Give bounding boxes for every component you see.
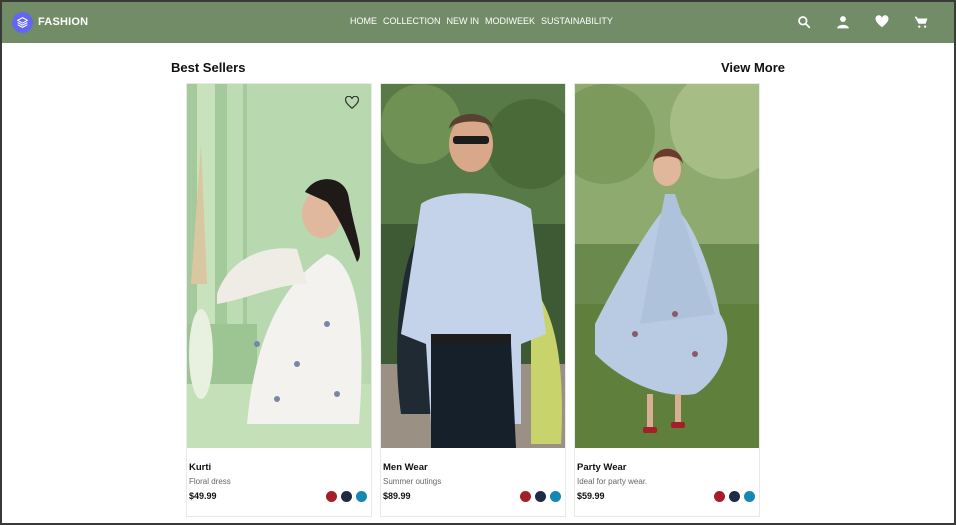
swatch-teal[interactable] [356,491,367,502]
product-image[interactable] [187,84,371,448]
swatch-navy[interactable] [341,491,352,502]
product-price: $59.99 [577,491,605,501]
product-description: Ideal for party wear. [577,477,648,486]
product-name: Men Wear [383,462,428,473]
swatch-navy[interactable] [535,491,546,502]
nav-item-new-in[interactable]: NEW IN [447,16,480,26]
product-name: Party Wear [577,462,627,473]
color-swatches [322,491,367,502]
product-image[interactable] [381,84,565,448]
top-navbar: FASHION HOME COLLECTION NEW IN MODIWEEK … [0,0,956,43]
product-description: Summer outings [383,477,442,486]
product-card-party-wear[interactable]: Party Wear Ideal for party wear. $59.99 [574,83,760,517]
layers-icon [12,11,33,33]
heart-icon[interactable] [874,14,889,29]
nav-item-home[interactable]: HOME [350,16,377,26]
swatch-teal[interactable] [550,491,561,502]
nav-item-modiweek[interactable]: MODIWEEK [485,16,535,26]
search-icon[interactable] [796,14,811,29]
swatch-red[interactable] [520,491,531,502]
swatch-teal[interactable] [744,491,755,502]
product-card-men-wear[interactable]: Men Wear Summer outings $89.99 [380,83,566,517]
product-price: $49.99 [189,491,217,501]
swatch-navy[interactable] [729,491,740,502]
product-price: $89.99 [383,491,411,501]
cart-icon[interactable] [913,14,928,29]
main-nav: HOME COLLECTION NEW IN MODIWEEK SUSTAINA… [350,16,619,26]
nav-item-sustainability[interactable]: SUSTAINABILITY [541,16,613,26]
view-more-link[interactable]: View More [721,60,785,75]
color-swatches [516,491,561,502]
swatch-red[interactable] [714,491,725,502]
swatch-red[interactable] [326,491,337,502]
user-icon[interactable] [835,14,850,29]
brand-name: FASHION [38,16,89,28]
wishlist-heart-icon[interactable] [344,95,360,110]
product-description: Floral dress [189,477,231,486]
product-image[interactable] [575,84,759,448]
product-card-kurti[interactable]: Kurti Floral dress $49.99 [186,83,372,517]
brand-logo[interactable]: FASHION [12,11,88,33]
section-title: Best Sellers [171,60,246,75]
product-name: Kurti [189,462,212,473]
nav-item-collection[interactable]: COLLECTION [383,16,441,26]
color-swatches [710,491,755,502]
